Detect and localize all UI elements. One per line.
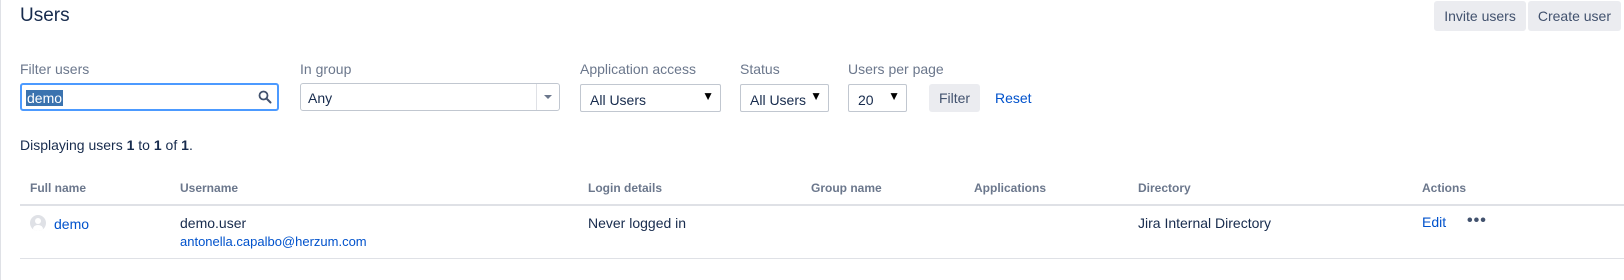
column-header-group-name: Group name (811, 181, 882, 195)
column-header-applications: Applications (974, 181, 1047, 195)
filter-button[interactable]: Filter (929, 84, 980, 112)
user-username: demo.user (180, 215, 247, 231)
filter-users-input[interactable]: demo (20, 83, 279, 111)
user-email-link[interactable]: antonella.capalbo@herzum.com (180, 234, 367, 249)
status-label: Status (740, 61, 780, 77)
application-access-select[interactable]: All Users ▼ (580, 84, 721, 112)
in-group-value: Any (308, 90, 333, 106)
column-header-full-name: Full name (30, 181, 87, 195)
users-per-page-value: 20 (858, 92, 874, 108)
column-header-login-details: Login details (588, 181, 663, 195)
user-full-name-link[interactable]: demo (54, 216, 89, 232)
column-header-directory: Directory (1138, 181, 1191, 195)
in-group-select[interactable]: Any (300, 83, 560, 111)
chevron-down-icon: ▼ (702, 89, 714, 103)
chevron-down-icon: ▼ (888, 89, 900, 103)
users-per-page-label: Users per page (848, 61, 944, 77)
table-header-divider (20, 204, 1624, 206)
reset-link[interactable]: Reset (995, 90, 1032, 106)
edit-user-link[interactable]: Edit (1422, 214, 1446, 230)
page-title: Users (20, 5, 70, 26)
chevron-down-icon: ▼ (810, 89, 822, 103)
column-header-username: Username (180, 181, 239, 195)
invite-users-button[interactable]: Invite users (1434, 1, 1526, 31)
avatar-icon (30, 215, 46, 231)
more-icon[interactable]: ••• (1467, 212, 1487, 230)
application-access-label: Application access (580, 61, 696, 77)
filter-users-label: Filter users (20, 61, 90, 77)
chevron-down-icon (544, 95, 552, 99)
table-row-divider (20, 258, 1624, 259)
results-summary: Displaying users 1 to 1 of 1. (20, 137, 193, 153)
in-group-label: In group (300, 61, 352, 77)
filter-users-value: demo (26, 90, 64, 106)
in-group-dropdown-toggle[interactable] (536, 84, 559, 110)
left-border (0, 0, 1, 280)
users-per-page-select[interactable]: 20 ▼ (848, 84, 907, 112)
user-login-details: Never logged in (588, 215, 687, 231)
application-access-value: All Users (590, 92, 647, 108)
column-header-actions: Actions (1422, 181, 1467, 195)
create-user-button[interactable]: Create user (1527, 1, 1621, 31)
status-value: All Users (750, 92, 807, 108)
top-actions: Invite users Create user (1434, 1, 1621, 31)
search-icon[interactable] (258, 90, 272, 104)
user-directory: Jira Internal Directory (1138, 215, 1272, 231)
status-select[interactable]: All Users ▼ (740, 84, 829, 112)
